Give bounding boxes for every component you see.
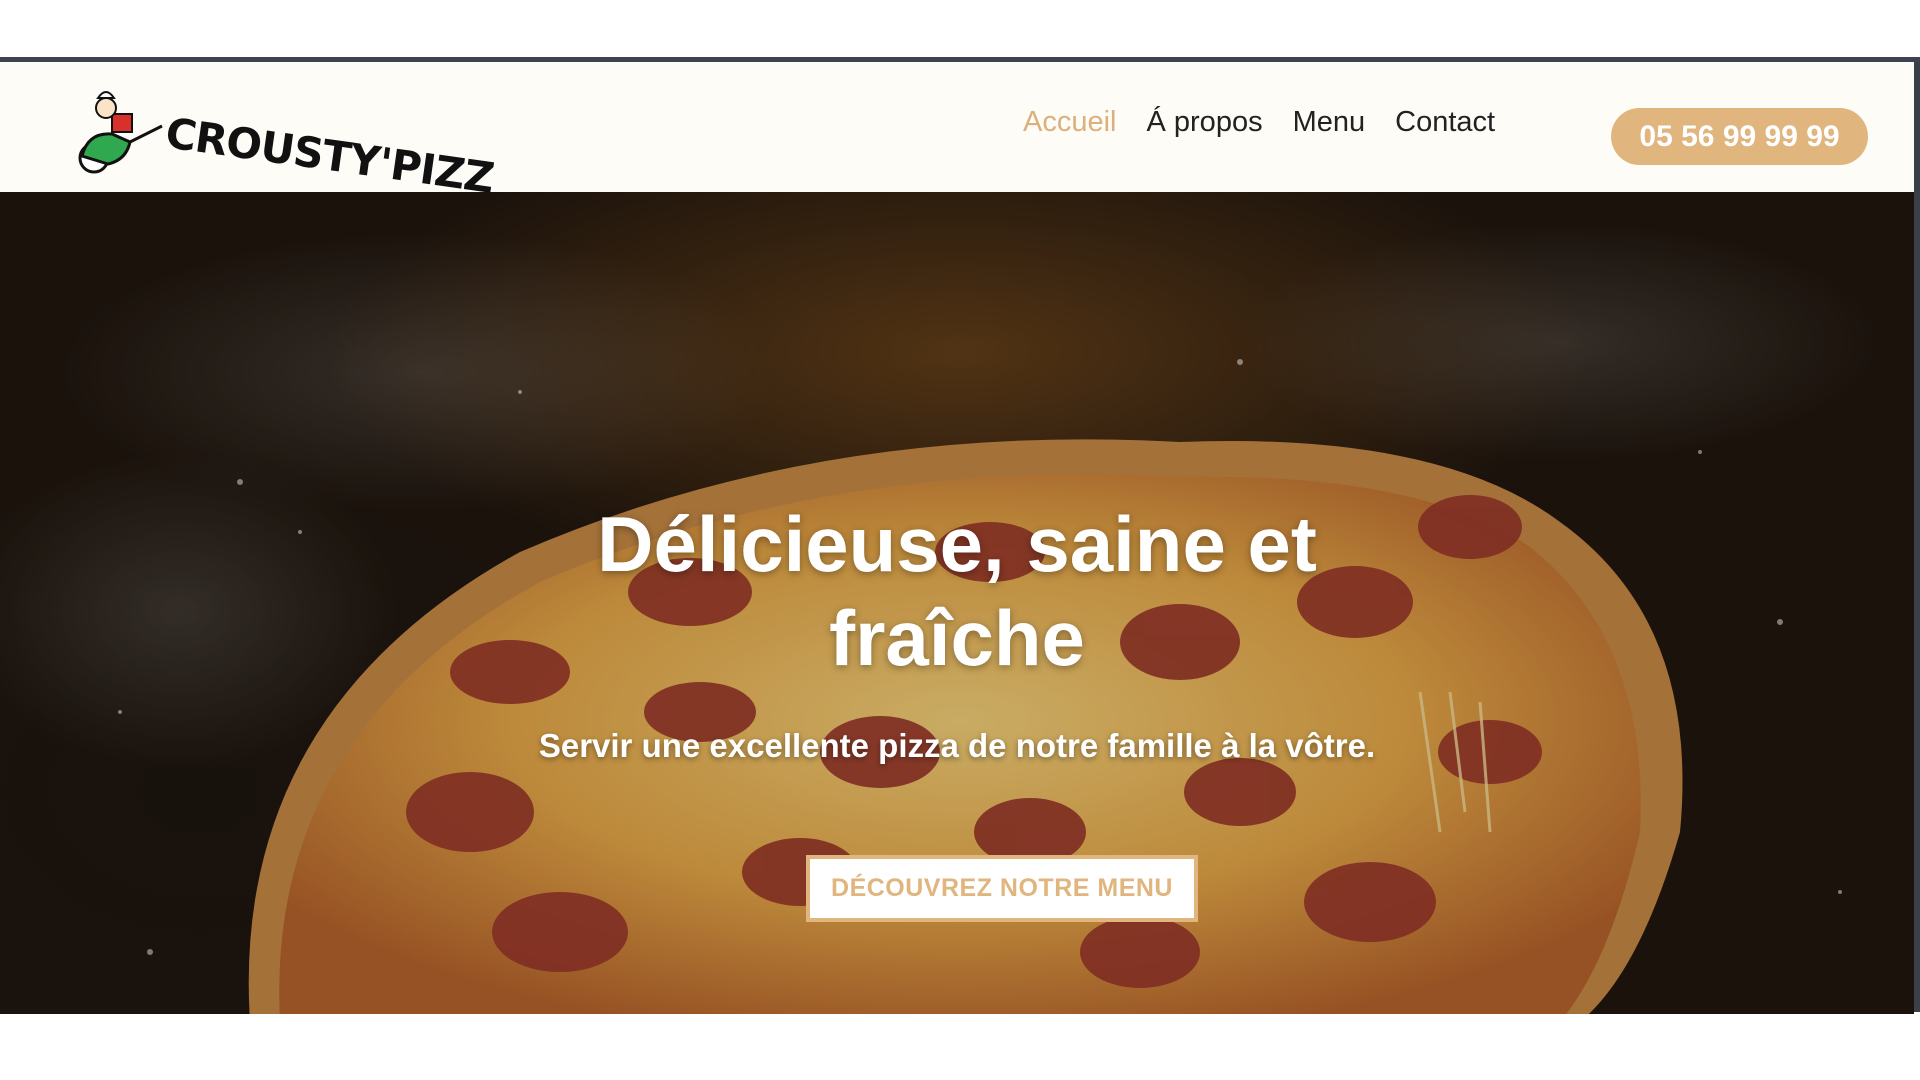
- hero-title-line-2: fraîche: [829, 594, 1085, 682]
- nav-link-menu[interactable]: Menu: [1293, 106, 1366, 139]
- main-nav: Accueil Á propos Menu Contact: [1023, 106, 1495, 139]
- phone-button[interactable]: 05 56 99 99 99: [1611, 108, 1868, 165]
- logo[interactable]: CROUSTY'PIZZ: [74, 86, 497, 203]
- site-header: CROUSTY'PIZZ Accueil Á propos Menu Conta…: [0, 62, 1914, 203]
- nav-link-a-propos[interactable]: Á propos: [1147, 106, 1263, 139]
- discover-menu-button[interactable]: DÉCOUVREZ NOTRE MENU: [806, 855, 1198, 922]
- hero-subtitle: Servir une excellente pizza de notre fam…: [538, 727, 1376, 764]
- window-right-edge: [1914, 62, 1920, 1012]
- nav-link-accueil[interactable]: Accueil: [1023, 106, 1117, 139]
- nav-link-contact[interactable]: Contact: [1395, 106, 1495, 139]
- chef-scooter-icon: [78, 91, 163, 174]
- hero-title-line-1: Délicieuse, saine et: [597, 500, 1317, 588]
- hero-section: Délicieuse, saine et fraîche Servir une …: [0, 192, 1914, 1014]
- hero-title: Délicieuse, saine et fraîche: [0, 497, 1914, 685]
- logo-wordmark: CROUSTY'PIZZ: [162, 108, 497, 203]
